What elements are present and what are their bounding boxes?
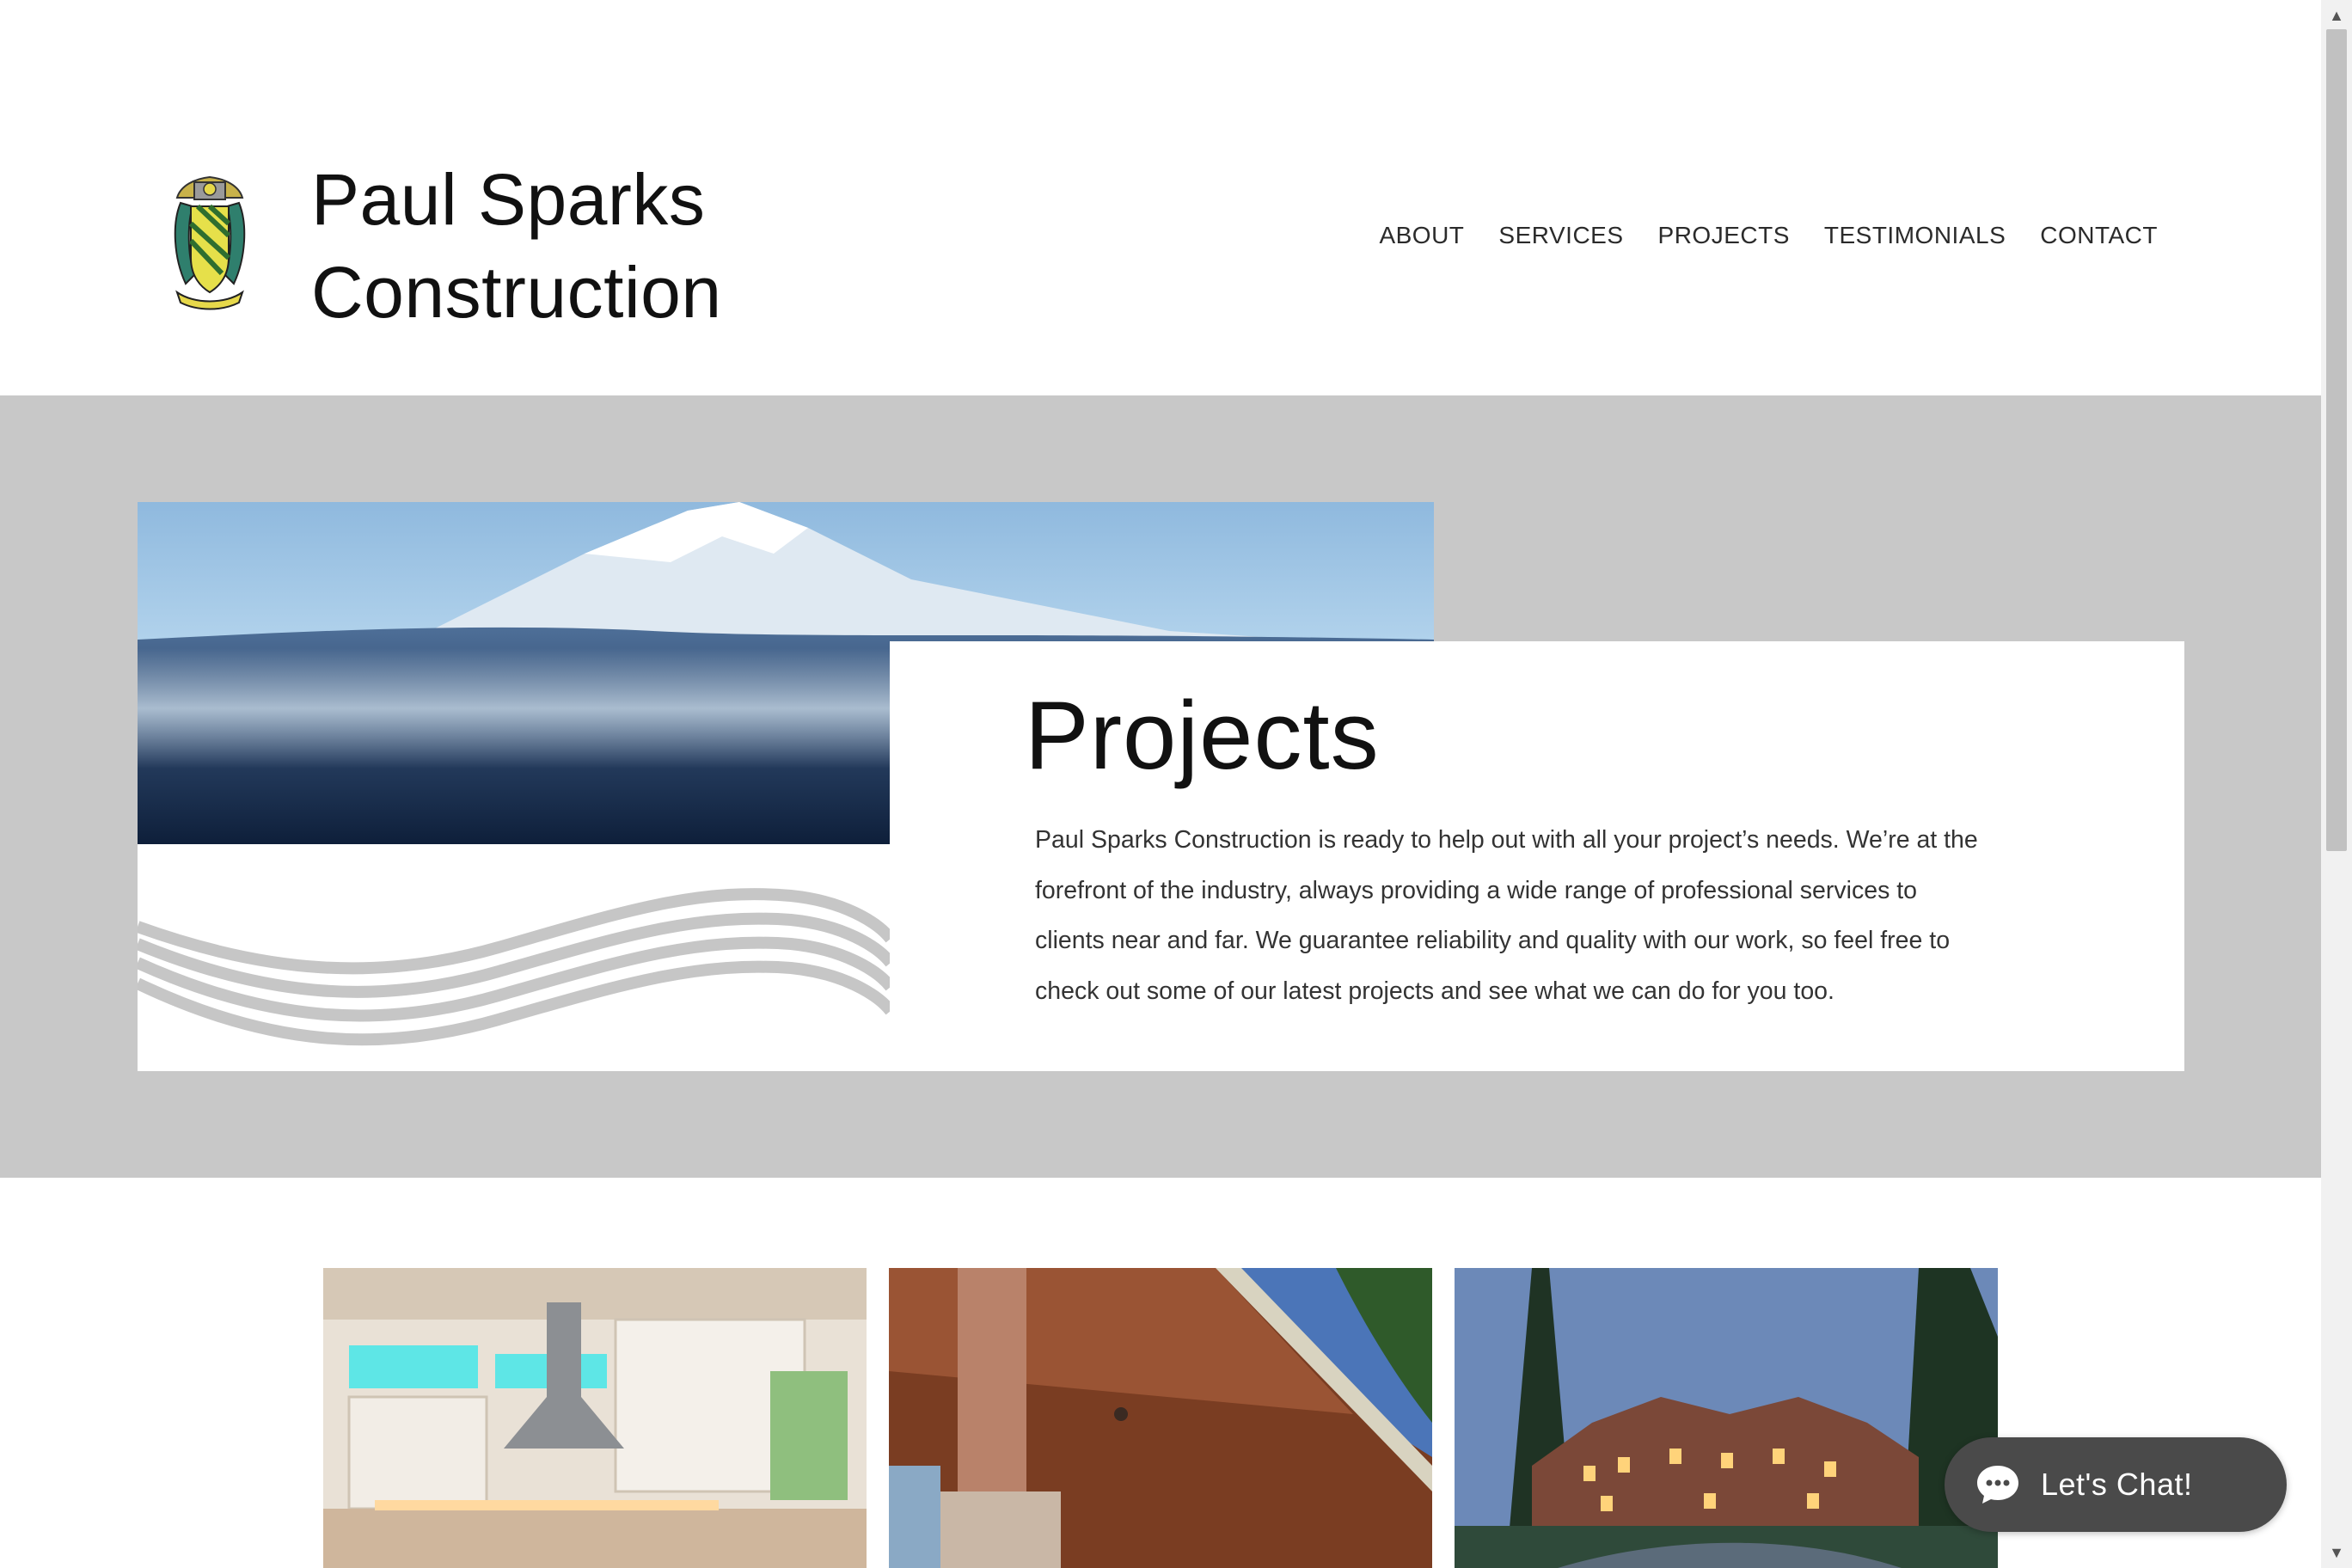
kitchen-photo-icon[interactable] (323, 1268, 867, 1568)
site-title[interactable]: Paul Sparks Construction (311, 153, 913, 339)
scroll-up-arrow-icon[interactable]: ▲ (2321, 0, 2352, 31)
scroll-thumb[interactable] (2326, 29, 2347, 851)
site-title-line2: Construction (311, 252, 722, 333)
nav-about[interactable]: ABOUT (1379, 222, 1464, 249)
nav-contact[interactable]: CONTACT (2040, 222, 2158, 249)
site-header: Paul Sparks Construction ABOUT SERVICES … (0, 0, 2321, 395)
main-nav: ABOUT SERVICES PROJECTS TESTIMONIALS CON… (1379, 222, 2158, 249)
hero-section: Projects Paul Sparks Construction is rea… (0, 395, 2321, 1178)
page-scrollbar[interactable]: ▲ ▼ (2321, 0, 2352, 1568)
nav-services[interactable]: SERVICES (1498, 222, 1623, 249)
projects-gallery (323, 1268, 1998, 1568)
wave-decoration (138, 844, 891, 1071)
chat-widget-button[interactable]: Let's Chat! (1945, 1437, 2287, 1532)
scroll-down-arrow-icon[interactable]: ▼ (2321, 1537, 2352, 1568)
site-title-line1: Paul Sparks (311, 159, 706, 240)
porch-ceiling-photo-icon[interactable] (889, 1268, 1432, 1568)
chat-label: Let's Chat! (2041, 1467, 2193, 1502)
family-crest-logo-icon[interactable] (168, 172, 251, 311)
nav-projects[interactable]: PROJECTS (1658, 222, 1790, 249)
manor-house-photo-icon[interactable] (1455, 1268, 1998, 1568)
hero-description: Paul Sparks Construction is ready to hel… (1035, 826, 1978, 1005)
chat-bubble-icon (1977, 1466, 2018, 1504)
nav-testimonials[interactable]: TESTIMONIALS (1824, 222, 2006, 249)
page-heading: Projects (1025, 682, 1380, 789)
